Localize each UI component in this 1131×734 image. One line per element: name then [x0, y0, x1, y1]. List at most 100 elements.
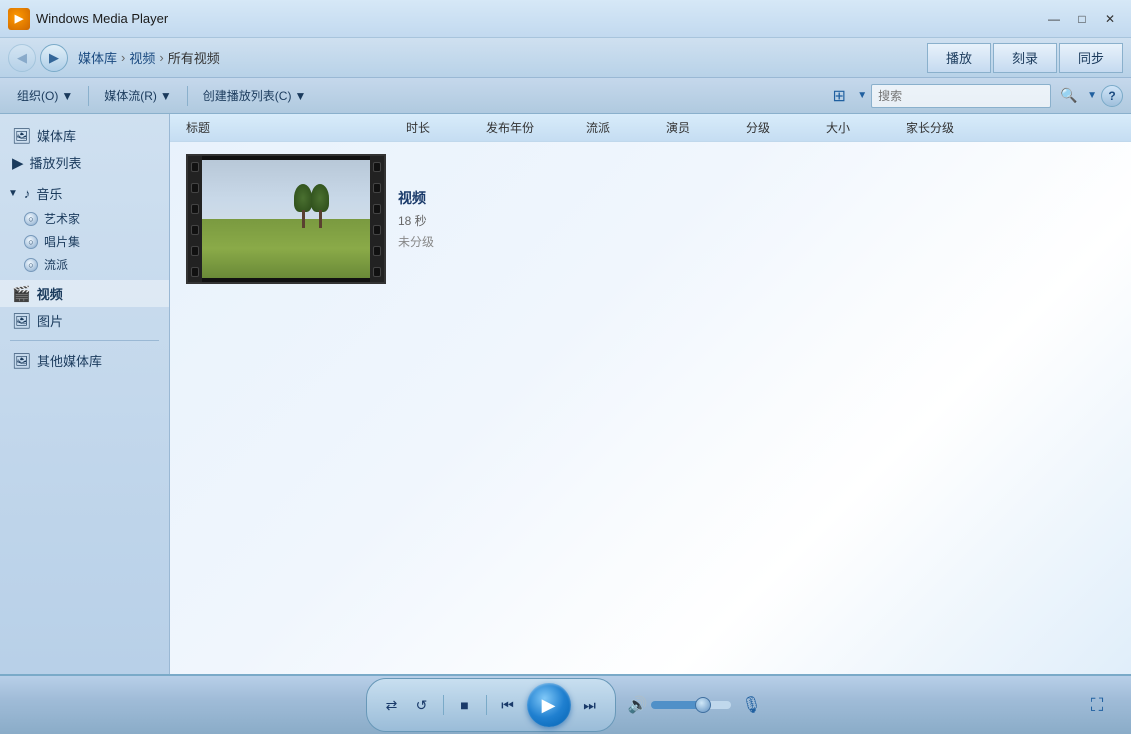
film-hole	[191, 267, 199, 277]
search-box: ⊞ ▼ 🔍 ▼ ?	[825, 83, 1123, 109]
film-holes-right	[370, 156, 384, 282]
tab-sync[interactable]: 同步	[1059, 43, 1123, 73]
sidebar-playlist-label: 播放列表	[30, 153, 82, 172]
organize-label: 组织(O)	[17, 87, 58, 104]
tree-trunk	[302, 210, 305, 228]
sidebar-item-albums[interactable]: ○ 唱片集	[0, 230, 169, 253]
create-playlist-button[interactable]: 创建播放列表(C) ▼	[194, 83, 316, 109]
breadcrumb: 媒体库 › 视频 › 所有视频	[78, 48, 923, 67]
help-button[interactable]: ?	[1101, 85, 1123, 107]
volume-thumb[interactable]	[695, 697, 711, 713]
stop-icon: ■	[460, 697, 468, 713]
toolbar-separator-1	[88, 86, 89, 106]
repeat-button[interactable]: ↺	[409, 692, 435, 718]
film-hole	[191, 162, 199, 172]
film-hole	[373, 162, 381, 172]
pictures-icon: 🖼	[12, 312, 31, 330]
tree-top-2	[311, 184, 329, 212]
video-duration: 18 秒	[398, 212, 434, 229]
volume-area: 🔊	[628, 695, 732, 715]
next-button[interactable]: ⏭	[577, 692, 603, 718]
scene-tree-1	[294, 188, 312, 228]
media-stream-dropdown-icon: ▼	[160, 89, 172, 103]
shuffle-icon: ⇄	[386, 697, 398, 714]
mic-button[interactable]: 🎙	[737, 691, 765, 719]
view-options-button[interactable]: ⊞	[825, 83, 853, 109]
sidebar-item-pictures[interactable]: 🖼 图片	[0, 307, 169, 334]
fullscreen-button[interactable]: ⛶	[1083, 691, 1111, 719]
sidebar-artists-label: 艺术家	[44, 210, 80, 227]
sidebar-item-library[interactable]: 🖼 媒体库	[0, 122, 169, 149]
breadcrumb-library[interactable]: 媒体库	[78, 48, 117, 67]
search-button[interactable]: 🔍	[1055, 83, 1083, 109]
stop-button[interactable]: ■	[452, 692, 478, 718]
library-icon: 🖼	[12, 127, 31, 145]
sidebar-item-playlist[interactable]: ▶ 播放列表	[0, 149, 169, 176]
tab-burn[interactable]: 刻录	[993, 43, 1057, 73]
content-area: 标题 时长 发布年份 流派 演员 分级 大小 家长分级	[170, 114, 1131, 674]
col-year[interactable]: 发布年份	[478, 119, 578, 136]
col-title[interactable]: 标题	[178, 119, 398, 136]
music-expand-icon: ▼	[8, 188, 18, 199]
shuffle-button[interactable]: ⇄	[379, 692, 405, 718]
film-hole	[373, 246, 381, 256]
breadcrumb-video[interactable]: 视频	[129, 48, 155, 67]
header-tabs: 播放 刻录 同步	[927, 43, 1123, 73]
video-rating: 未分级	[398, 233, 434, 250]
sidebar-item-genres[interactable]: ○ 流派	[0, 253, 169, 276]
play-icon: ▶	[542, 695, 556, 716]
play-button[interactable]: ▶	[527, 683, 571, 727]
back-button[interactable]: ◀	[8, 44, 36, 72]
window-title: Windows Media Player	[36, 11, 1041, 26]
tab-play[interactable]: 播放	[927, 43, 991, 73]
player-controls: ⇄ ↺ ■ ⏮ ▶ ⏭ 🔊	[366, 678, 766, 732]
tree-trunk-2	[319, 210, 322, 228]
window-controls: — □ ✕	[1041, 9, 1123, 29]
sidebar-pictures-label: 图片	[37, 311, 63, 330]
volume-slider[interactable]	[651, 701, 731, 709]
forward-button[interactable]: ▶	[40, 44, 68, 72]
prev-button[interactable]: ⏮	[495, 692, 521, 718]
toolbar: 组织(O) ▼ 媒体流(R) ▼ 创建播放列表(C) ▼ ⊞ ▼ 🔍 ▼ ?	[0, 78, 1131, 114]
organize-button[interactable]: 组织(O) ▼	[8, 83, 82, 109]
next-icon: ⏭	[583, 697, 596, 714]
search-input[interactable]	[871, 84, 1051, 108]
scene-field	[202, 219, 370, 278]
col-genre[interactable]: 流派	[578, 119, 658, 136]
genres-sub-icon: ○	[24, 258, 38, 272]
controls-separator-2	[486, 695, 487, 715]
fullscreen-icon: ⛶	[1091, 695, 1104, 715]
tree-top	[294, 184, 312, 212]
sidebar: 🖼 媒体库 ▶ 播放列表 ▼ ♪ 音乐 ○ 艺术家 ○ 唱片集 ○ 流派	[0, 114, 170, 674]
film-image	[202, 160, 370, 278]
sidebar-item-music[interactable]: ▼ ♪ 音乐	[0, 180, 169, 207]
col-size[interactable]: 大小	[818, 119, 898, 136]
column-header: 标题 时长 发布年份 流派 演员 分级 大小 家长分级	[170, 114, 1131, 142]
minimize-button[interactable]: —	[1041, 9, 1067, 29]
sidebar-item-video[interactable]: 🎬 视频	[0, 280, 169, 307]
sidebar-item-artists[interactable]: ○ 艺术家	[0, 207, 169, 230]
scene-sky	[202, 160, 370, 225]
video-list-item: 视频 18 秒 未分级	[170, 142, 1131, 296]
toolbar-separator-2	[187, 86, 188, 106]
col-parental[interactable]: 家长分级	[898, 119, 998, 136]
film-hole	[373, 225, 381, 235]
help-icon: ?	[1108, 89, 1115, 103]
video-thumbnail[interactable]	[186, 154, 386, 284]
col-rating[interactable]: 分级	[738, 119, 818, 136]
sidebar-item-other-libraries[interactable]: 🖼 其他媒体库	[0, 347, 169, 374]
mic-icon: 🎙	[741, 697, 761, 714]
video-info: 视频 18 秒 未分级	[398, 188, 434, 250]
close-button[interactable]: ✕	[1097, 9, 1123, 29]
scene-tree-2	[311, 188, 329, 228]
volume-icon[interactable]: 🔊	[628, 695, 648, 715]
col-duration[interactable]: 时长	[398, 119, 478, 136]
media-stream-button[interactable]: 媒体流(R) ▼	[95, 83, 181, 109]
breadcrumb-allvideo[interactable]: 所有视频	[168, 48, 220, 67]
navbar: ◀ ▶ 媒体库 › 视频 › 所有视频 播放 刻录 同步	[0, 38, 1131, 78]
col-artist[interactable]: 演员	[658, 119, 738, 136]
maximize-button[interactable]: □	[1069, 9, 1095, 29]
app-icon: ▶	[8, 8, 30, 30]
sidebar-music-label: 音乐	[36, 184, 62, 203]
film-strip	[186, 154, 386, 284]
